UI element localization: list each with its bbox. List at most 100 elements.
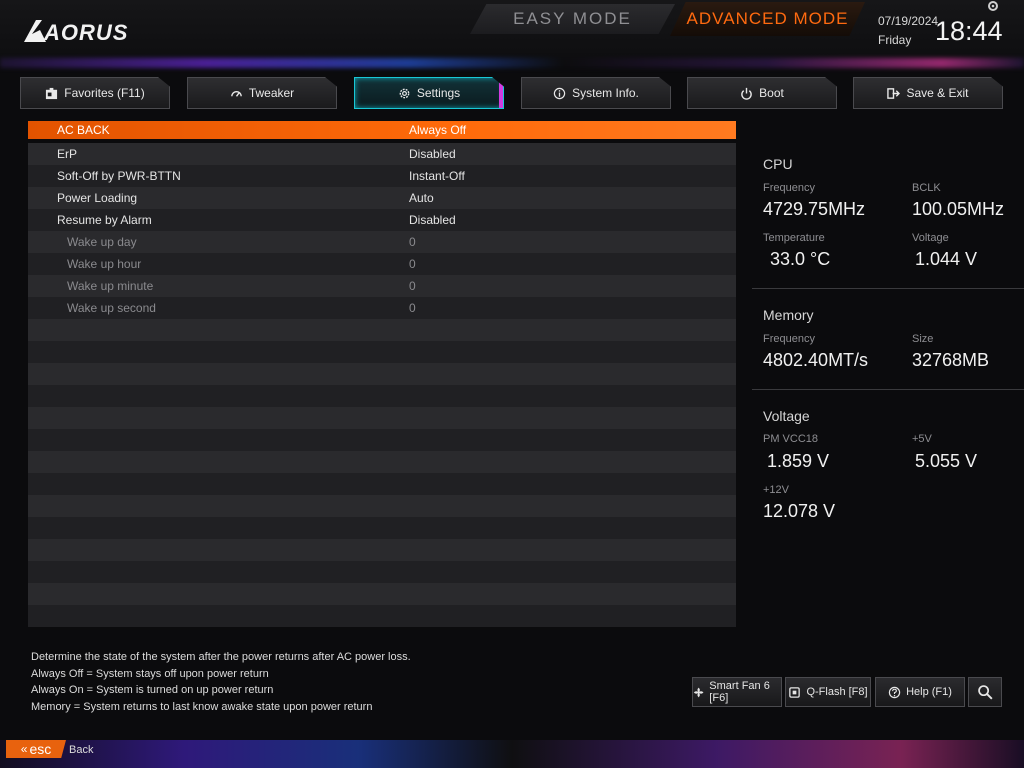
memory-section-title: Memory — [763, 307, 814, 323]
help-icon — [888, 686, 901, 698]
setting-value[interactable]: Auto — [409, 187, 434, 209]
esc-button[interactable]: « esc — [6, 740, 66, 758]
section-divider — [752, 288, 1024, 289]
setting-row-erp[interactable]: ErP Disabled — [28, 143, 736, 165]
advanced-mode-button[interactable]: ADVANCED MODE — [670, 2, 865, 36]
search-icon — [978, 685, 993, 700]
vcc18-value: 1.859 V — [767, 451, 830, 471]
v12-label: +12V — [763, 484, 789, 496]
setting-value[interactable]: Always Off — [409, 121, 466, 139]
setting-value: 0 — [409, 257, 416, 271]
setting-value[interactable]: Disabled — [409, 143, 456, 165]
favorites-icon — [46, 87, 58, 99]
empty-row — [28, 451, 736, 473]
bclk-value: 100.05MHz — [912, 199, 1005, 219]
setting-name: Power Loading — [57, 191, 138, 205]
empty-row — [28, 385, 736, 407]
empty-row — [28, 583, 736, 605]
setting-value[interactable]: Disabled — [409, 209, 456, 231]
help-line: Determine the state of the system after … — [31, 651, 411, 663]
empty-row — [28, 319, 736, 341]
system-info-panel: CPU Frequency 4729.75MHz BCLK 100.05MHz … — [752, 140, 1024, 640]
brand-logo-text: AORUS — [44, 20, 129, 45]
settings-gear-icon[interactable] — [987, 0, 999, 12]
help-line: Always On = System is turned on up power… — [31, 684, 274, 696]
gear-icon — [399, 88, 410, 98]
easy-mode-button[interactable]: EASY MODE — [470, 4, 675, 34]
empty-row — [28, 517, 736, 539]
empty-row — [28, 495, 736, 517]
tab-save-exit-label: Save & Exit — [906, 86, 969, 100]
setting-value: 0 — [409, 235, 416, 249]
setting-row-wake-second: Wake up second 0 — [28, 297, 736, 319]
setting-name: Resume by Alarm — [57, 213, 152, 227]
info-icon — [553, 87, 566, 99]
smart-fan-label: Smart Fan 6 [F6] — [709, 680, 770, 704]
cpu-voltage-value: 1.044 V — [915, 249, 978, 269]
cpu-temperature-value: 33.0 °C — [770, 249, 831, 269]
setting-name: Wake up hour — [67, 257, 142, 271]
empty-row — [28, 363, 736, 385]
tab-tweaker-label: Tweaker — [248, 86, 295, 100]
setting-row-wake-hour: Wake up hour 0 — [28, 253, 736, 275]
tab-tweaker[interactable]: Tweaker — [187, 77, 337, 109]
setting-name: Wake up second — [67, 301, 156, 315]
smart-fan-button[interactable]: Smart Fan 6 [F6] — [692, 677, 782, 707]
empty-row — [28, 605, 736, 627]
setting-row-resume-alarm[interactable]: Resume by Alarm Disabled — [28, 209, 736, 231]
setting-name: AC BACK — [57, 123, 110, 137]
tab-favorites[interactable]: Favorites (F11) — [20, 77, 170, 109]
bclk-label: BCLK — [912, 182, 941, 194]
empty-row — [28, 473, 736, 495]
tab-system-info[interactable]: System Info. — [521, 77, 671, 109]
help-label: Help (F1) — [906, 686, 952, 698]
setting-row-ac-back[interactable]: AC BACK Always Off — [28, 121, 736, 139]
v5-label: +5V — [912, 433, 932, 445]
v5-value: 5.055 V — [915, 451, 978, 471]
setting-name: Wake up minute — [67, 279, 154, 293]
help-line: Always Off = System stays off upon power… — [31, 667, 269, 680]
top-accent-glow — [0, 58, 1024, 68]
settings-list: AC BACK Always Off ErP Disabled Soft-Off… — [28, 121, 736, 627]
footer-accent-glow — [0, 740, 1024, 768]
memory-size-value: 32768MB — [912, 350, 990, 370]
esc-label: esc — [29, 741, 52, 757]
power-icon — [741, 87, 752, 100]
setting-value[interactable]: Instant-Off — [409, 165, 465, 187]
main-tabs: Favorites (F11) Tweaker Settings System … — [20, 77, 1004, 111]
tab-save-exit[interactable]: Save & Exit — [853, 77, 1003, 109]
fan-icon — [693, 687, 704, 697]
empty-row — [28, 341, 736, 363]
gauge-icon — [230, 90, 242, 97]
tab-boot[interactable]: Boot — [687, 77, 837, 109]
setting-value: 0 — [409, 301, 416, 315]
setting-row-power-loading[interactable]: Power Loading Auto — [28, 187, 736, 209]
tab-system-info-label: System Info. — [572, 86, 639, 100]
day-display: Friday — [878, 33, 912, 47]
search-button[interactable] — [968, 677, 1002, 707]
v12-value: 12.078 V — [763, 501, 836, 521]
qflash-label: Q-Flash [F8] — [806, 686, 868, 698]
section-divider — [752, 389, 1024, 390]
tab-boot-label: Boot — [759, 86, 784, 100]
empty-row — [28, 539, 736, 561]
exit-icon — [887, 87, 901, 99]
tab-settings[interactable]: Settings — [354, 77, 504, 109]
setting-row-wake-day: Wake up day 0 — [28, 231, 736, 253]
date-display: 07/19/2024 — [878, 14, 939, 28]
cpu-frequency-label: Frequency — [763, 182, 815, 194]
empty-row — [28, 561, 736, 583]
qflash-button[interactable]: Q-Flash [F8] — [785, 677, 871, 707]
setting-row-soft-off[interactable]: Soft-Off by PWR-BTTN Instant-Off — [28, 165, 736, 187]
setting-name: Soft-Off by PWR-BTTN — [57, 169, 181, 183]
help-line: Memory = System returns to last know awa… — [31, 700, 373, 713]
setting-row-wake-minute: Wake up minute 0 — [28, 275, 736, 297]
voltage-section-title: Voltage — [763, 408, 810, 424]
empty-row — [28, 407, 736, 429]
setting-value: 0 — [409, 279, 416, 293]
help-button[interactable]: Help (F1) — [875, 677, 965, 707]
tab-favorites-label: Favorites (F11) — [64, 86, 145, 100]
empty-row — [28, 429, 736, 451]
cpu-frequency-value: 4729.75MHz — [763, 199, 866, 219]
cpu-voltage-label: Voltage — [912, 232, 949, 244]
